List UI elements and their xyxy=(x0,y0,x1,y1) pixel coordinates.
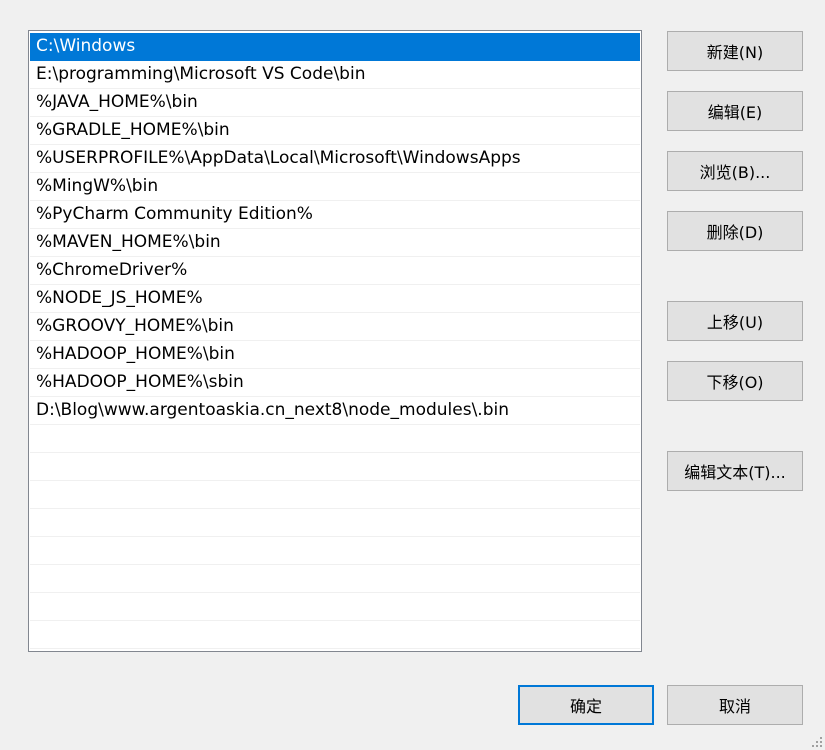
browse-button[interactable]: 浏览(B)... xyxy=(667,151,803,191)
empty-list-row xyxy=(30,537,640,565)
path-list-item[interactable]: %MAVEN_HOME%\bin xyxy=(30,229,640,257)
empty-list-row xyxy=(30,453,640,481)
resize-grip-icon[interactable] xyxy=(810,735,822,747)
path-list-item[interactable]: %GRADLE_HOME%\bin xyxy=(30,117,640,145)
path-list-item[interactable]: D:\Blog\www.argentoaskia.cn_next8\node_m… xyxy=(30,397,640,425)
edit-button[interactable]: 编辑(E) xyxy=(667,91,803,131)
cancel-button[interactable]: 取消 xyxy=(667,685,803,725)
path-list-item[interactable]: E:\programming\Microsoft VS Code\bin xyxy=(30,61,640,89)
path-list-item[interactable]: %NODE_JS_HOME% xyxy=(30,285,640,313)
empty-list-row xyxy=(30,481,640,509)
empty-list-row xyxy=(30,621,640,649)
delete-button[interactable]: 删除(D) xyxy=(667,211,803,251)
ok-button[interactable]: 确定 xyxy=(518,685,654,725)
path-list[interactable]: C:\Windows E:\programming\Microsoft VS C… xyxy=(28,30,642,652)
path-list-item[interactable]: %PyCharm Community Edition% xyxy=(30,201,640,229)
path-list-item[interactable]: %HADOOP_HOME%\sbin xyxy=(30,369,640,397)
path-list-item[interactable]: %JAVA_HOME%\bin xyxy=(30,89,640,117)
empty-list-row xyxy=(30,425,640,453)
path-list-item[interactable]: %ChromeDriver% xyxy=(30,257,640,285)
move-up-button[interactable]: 上移(U) xyxy=(667,301,803,341)
path-list-item[interactable]: %HADOOP_HOME%\bin xyxy=(30,341,640,369)
new-button[interactable]: 新建(N) xyxy=(667,31,803,71)
empty-list-row xyxy=(30,593,640,621)
edit-text-button[interactable]: 编辑文本(T)... xyxy=(667,451,803,491)
empty-list-row xyxy=(30,509,640,537)
path-list-item[interactable]: %USERPROFILE%\AppData\Local\Microsoft\Wi… xyxy=(30,145,640,173)
empty-list-row xyxy=(30,565,640,593)
path-list-item[interactable]: C:\Windows xyxy=(30,33,640,61)
move-down-button[interactable]: 下移(O) xyxy=(667,361,803,401)
path-list-item[interactable]: %GROOVY_HOME%\bin xyxy=(30,313,640,341)
path-list-item[interactable]: %MingW%\bin xyxy=(30,173,640,201)
